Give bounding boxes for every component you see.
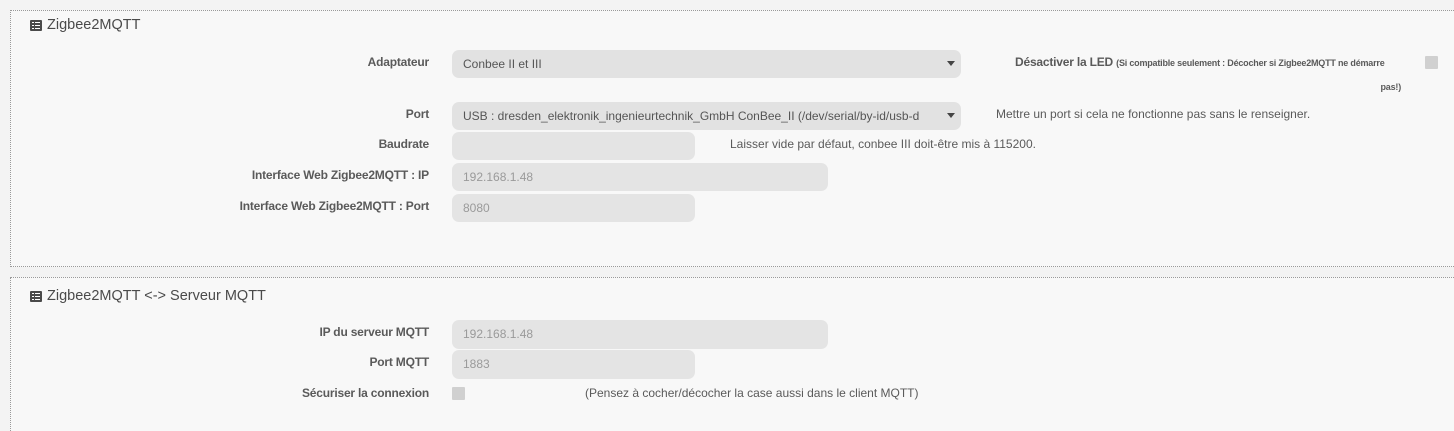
baudrate-input[interactable]	[452, 132, 695, 160]
disable-led-checkbox[interactable]	[1425, 56, 1438, 69]
adapter-select[interactable]: Conbee II et III	[452, 50, 961, 78]
web-port-input[interactable]: 8080	[452, 194, 695, 222]
list-icon	[30, 290, 42, 302]
secure-connection-checkbox[interactable]	[452, 387, 465, 400]
port-select[interactable]: USB : dresden_elektronik_ingenieurtechni…	[452, 102, 961, 130]
secure-connection-label: Sécuriser la connexion	[302, 386, 429, 400]
adapter-select-value: Conbee II et III	[463, 57, 542, 71]
port-label: Port	[405, 107, 429, 121]
chevron-down-icon	[947, 113, 955, 118]
chevron-down-icon	[947, 61, 955, 66]
adapter-label: Adaptateur	[367, 55, 430, 69]
baudrate-help: Laisser vide par défaut, conbee III doit…	[730, 137, 1036, 151]
mqtt-port-label: Port MQTT	[369, 355, 429, 369]
page: Zigbee2MQTT Adaptateur Conbee II et III …	[0, 0, 1454, 431]
baudrate-label: Baudrate	[378, 137, 430, 151]
web-ip-label: Interface Web Zigbee2MQTT : IP	[251, 168, 429, 182]
led-note-line2: pas!)	[1380, 82, 1401, 92]
mqtt-server-title: Zigbee2MQTT <-> Serveur MQTT	[47, 288, 266, 304]
led-note: (Si compatible seulement : Décocher si Z…	[1116, 58, 1385, 68]
mqtt-ip-label: IP du serveur MQTT	[319, 325, 429, 339]
led-label: Désactiver la LED (Si compatible seuleme…	[1015, 55, 1385, 69]
zigbee2mqtt-legend: Zigbee2MQTT	[30, 17, 140, 33]
mqtt-ip-input[interactable]: 192.168.1.48	[452, 320, 828, 349]
port-select-value: USB : dresden_elektronik_ingenieurtechni…	[463, 109, 920, 123]
port-help: Mettre un port si cela ne fonctionne pas…	[996, 107, 1311, 121]
mqtt-port-input[interactable]: 1883	[452, 350, 695, 379]
secure-connection-help: (Pensez à cocher/décocher la case aussi …	[585, 386, 919, 400]
mqtt-server-legend: Zigbee2MQTT <-> Serveur MQTT	[30, 288, 266, 304]
led-label-text: Désactiver la LED	[1015, 55, 1113, 69]
web-port-label: Interface Web Zigbee2MQTT : Port	[239, 199, 430, 213]
zigbee2mqtt-title: Zigbee2MQTT	[47, 17, 141, 33]
web-ip-input[interactable]: 192.168.1.48	[452, 163, 828, 191]
list-icon	[30, 19, 42, 31]
